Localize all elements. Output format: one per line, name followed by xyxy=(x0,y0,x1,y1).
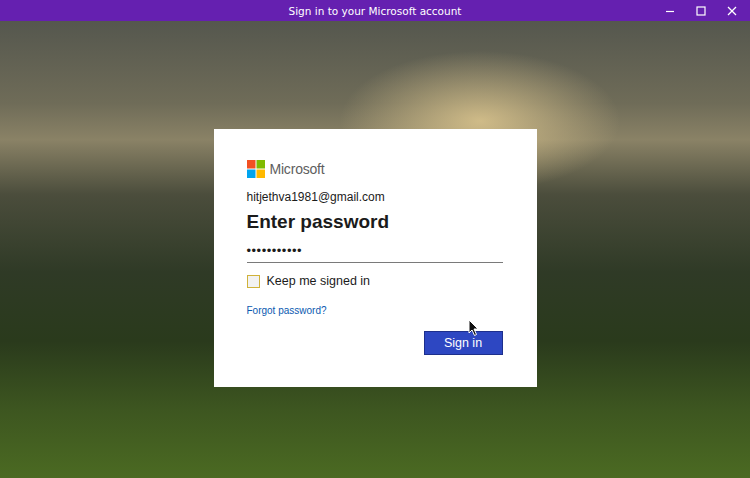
microsoft-logo: Microsoft xyxy=(247,160,503,178)
keep-signed-in-row[interactable]: Keep me signed in xyxy=(247,274,503,288)
sign-in-button[interactable]: Sign in xyxy=(424,331,503,355)
mouse-pointer-icon xyxy=(468,319,480,337)
minimize-icon[interactable] xyxy=(664,5,676,17)
keep-signed-in-checkbox[interactable] xyxy=(247,275,260,288)
maximize-icon[interactable] xyxy=(695,5,707,17)
windows-logo-icon xyxy=(247,160,265,178)
window-title: Sign in to your Microsoft account xyxy=(90,5,660,17)
sign-in-dialog: Microsoft hitjethva1981@gmail.com Enter pa… xyxy=(214,129,537,387)
account-email: hitjethva1981@gmail.com xyxy=(247,190,503,204)
password-field[interactable]: ••••••••••• xyxy=(247,241,503,263)
title-bar: Sign in to your Microsoft account xyxy=(0,0,750,21)
close-icon[interactable] xyxy=(726,5,738,17)
brand-name: Microsoft xyxy=(270,161,325,177)
heading: Enter password xyxy=(247,211,503,233)
forgot-password-link[interactable]: Forgot password? xyxy=(247,305,327,316)
background-photo: Microsoft hitjethva1981@gmail.com Enter pa… xyxy=(0,21,750,478)
keep-signed-in-label[interactable]: Keep me signed in xyxy=(267,274,371,288)
sign-in-window: Sign in to your Microsoft account Microso… xyxy=(0,0,750,478)
